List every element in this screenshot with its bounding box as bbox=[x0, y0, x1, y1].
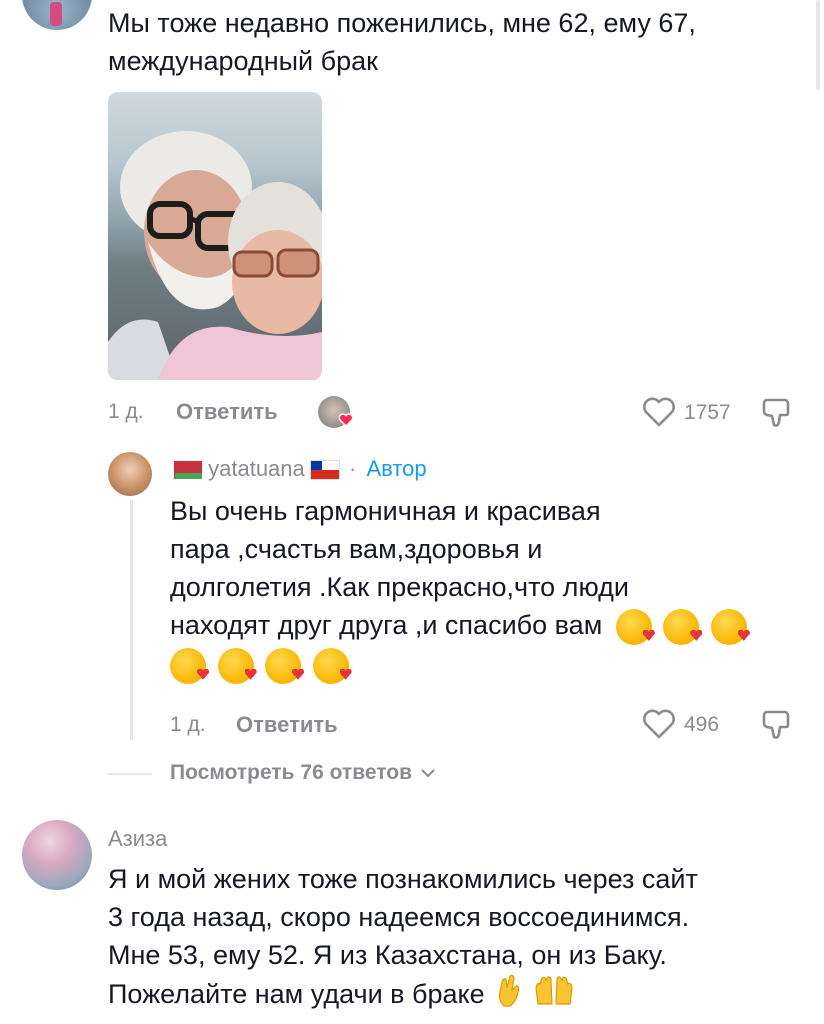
comment-photo[interactable] bbox=[108, 92, 322, 380]
view-replies-button[interactable]: Посмотреть 76 ответов bbox=[170, 761, 436, 785]
chevron-down-icon bbox=[421, 769, 435, 778]
kiss-emoji bbox=[170, 647, 206, 684]
photo-couple-illustration bbox=[108, 131, 322, 380]
comment-text: Я и мой жених тоже познакомились через с… bbox=[108, 860, 698, 1018]
chile-flag-icon bbox=[310, 461, 339, 479]
kiss-emoji bbox=[217, 647, 254, 684]
comment-time: 1 д. bbox=[108, 400, 144, 423]
kiss-emoji bbox=[663, 608, 700, 645]
view-replies-divider bbox=[108, 773, 152, 775]
comments-screen: Мы тоже недавно поженились, мне 62, ему … bbox=[0, 0, 824, 1024]
raising-hands-emoji bbox=[534, 974, 574, 1018]
reply-text: Вы очень гармоничная и красивая пара ,сч… bbox=[170, 492, 751, 684]
separator-dot: · bbox=[349, 456, 357, 481]
reply-button[interactable]: Ответить bbox=[176, 399, 278, 425]
dislike-icon[interactable] bbox=[760, 396, 794, 435]
reply-time: 1 д. bbox=[170, 713, 206, 736]
heart-outline-icon[interactable] bbox=[642, 708, 676, 745]
kiss-emoji bbox=[312, 647, 349, 684]
commenter-avatar[interactable] bbox=[22, 0, 92, 30]
reply-username[interactable]: yatatuana bbox=[208, 456, 305, 481]
comment-text: Мы тоже недавно поженились, мне 62, ему … bbox=[108, 8, 696, 76]
kiss-emoji bbox=[710, 608, 747, 645]
author-badge: Автор bbox=[366, 456, 427, 481]
kiss-emoji bbox=[265, 647, 302, 684]
crossed-fingers-emoji bbox=[496, 974, 524, 1018]
commenter-username[interactable]: Азиза bbox=[108, 826, 167, 852]
belarus-flag-icon bbox=[170, 461, 202, 479]
like-count: 1757 bbox=[684, 401, 731, 424]
reply-avatar[interactable] bbox=[108, 452, 152, 496]
heart-outline-icon[interactable] bbox=[642, 396, 676, 433]
creator-liked-heart-icon bbox=[338, 412, 354, 428]
reply-reply-button[interactable]: Ответить bbox=[236, 712, 338, 738]
thread-line bbox=[130, 500, 133, 740]
reply-like-count: 496 bbox=[684, 713, 720, 736]
dislike-icon[interactable] bbox=[760, 708, 794, 747]
commenter-avatar-aziza[interactable] bbox=[22, 820, 92, 890]
scrollbar[interactable] bbox=[816, 0, 820, 90]
kiss-emoji bbox=[615, 608, 652, 645]
reply-header: yatatuana · Автор bbox=[170, 455, 427, 483]
